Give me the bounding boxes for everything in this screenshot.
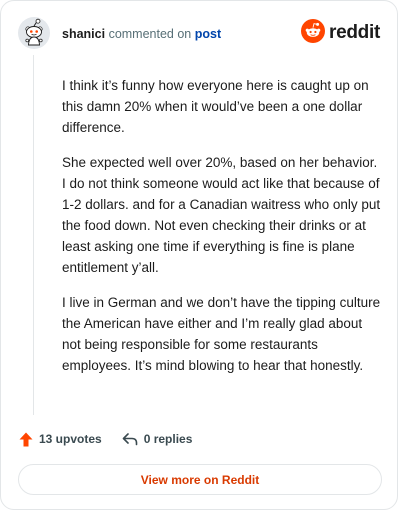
reply-count: 0 replies [143, 432, 193, 446]
comment-card: shanici commented on post reddit I think… [0, 0, 398, 510]
upvote-count: 13 upvotes [39, 432, 102, 446]
snoo-avatar-icon[interactable] [18, 17, 50, 49]
comment-body: I think it’s funny how everyone here is … [62, 75, 382, 390]
upvote-button[interactable]: 13 upvotes [19, 432, 102, 447]
comment-paragraph: I live in German and we don’t have the t… [62, 295, 381, 373]
reply-button[interactable]: 0 replies [122, 432, 193, 446]
upvote-arrow-icon [19, 432, 33, 447]
reply-arrow-icon [122, 432, 138, 446]
view-more-button[interactable]: View more on Reddit [18, 464, 382, 495]
comment-paragraph: She expected well over 20%, based on her… [62, 155, 381, 275]
reddit-logo[interactable]: reddit [301, 18, 380, 48]
reddit-logo-icon [301, 18, 326, 48]
thread-line [33, 55, 34, 415]
username-link[interactable]: shanici [62, 27, 105, 41]
reddit-wordmark: reddit [329, 22, 380, 43]
byline-verb: commented on [108, 27, 192, 41]
comment-paragraph: I think it’s funny how everyone here is … [62, 78, 369, 135]
post-link[interactable]: post [195, 27, 221, 41]
comment-byline: shanici commented on post [62, 26, 221, 42]
comment-actions: 13 upvotes 0 replies [19, 429, 192, 449]
comment-header: shanici commented on post reddit [18, 17, 380, 51]
